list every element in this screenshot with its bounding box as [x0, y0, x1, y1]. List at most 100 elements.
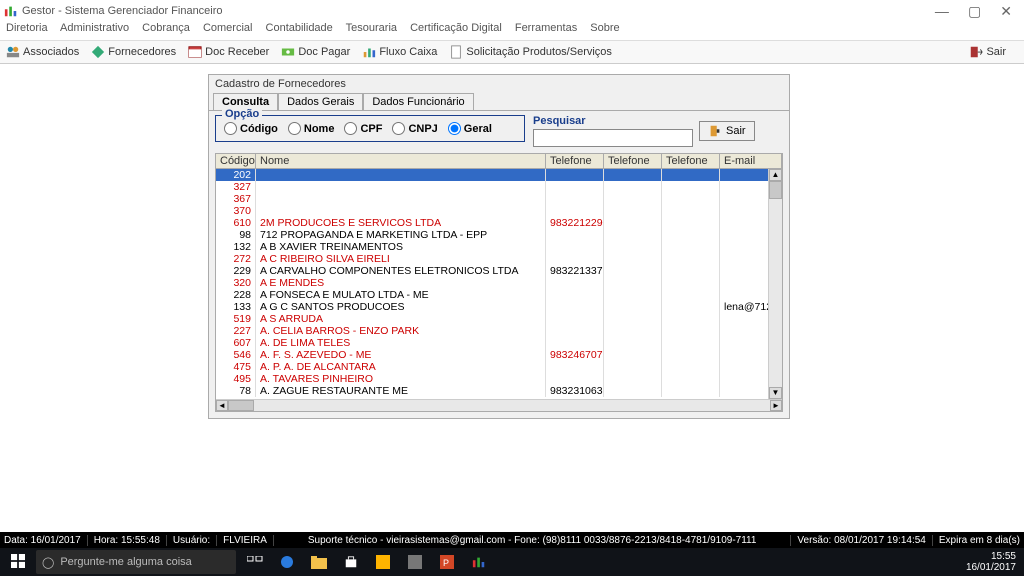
- header-telefone-2[interactable]: Telefone: [604, 154, 662, 168]
- table-row[interactable]: 227A. CELIA BARROS - ENZO PARK: [216, 325, 782, 337]
- table-cell: [662, 217, 720, 229]
- status-data: Data: 16/01/2017: [4, 535, 88, 546]
- table-row[interactable]: 228A FONSECA E MULATO LTDA - ME: [216, 289, 782, 301]
- table-row[interactable]: 519A S ARRUDA: [216, 313, 782, 325]
- app-2-icon[interactable]: [402, 550, 428, 574]
- table-row[interactable]: 202: [216, 169, 782, 181]
- search-input[interactable]: [533, 129, 693, 147]
- table-row[interactable]: 607A. DE LIMA TELES: [216, 337, 782, 349]
- table-cell: [604, 289, 662, 301]
- start-button[interactable]: [0, 554, 36, 571]
- table-cell: [546, 193, 604, 205]
- tab-dados-funcionario[interactable]: Dados Funcionário: [363, 93, 473, 110]
- table-row[interactable]: 78A. ZAGUE RESTAURANTE ME9832310637: [216, 385, 782, 397]
- status-suporte: Suporte técnico - vieirasistemas@gmail.c…: [280, 535, 792, 546]
- table-cell: [662, 349, 720, 361]
- taskview-icon[interactable]: [242, 550, 268, 574]
- explorer-icon[interactable]: [306, 550, 332, 574]
- radio-geral[interactable]: Geral: [448, 122, 492, 135]
- scroll-up-arrow[interactable]: ▲: [769, 169, 782, 181]
- header-nome[interactable]: Nome: [256, 154, 546, 168]
- scroll-thumb-v[interactable]: [769, 181, 782, 199]
- table-cell: [662, 289, 720, 301]
- table-cell: 607: [216, 337, 256, 349]
- toolbar-doc-pagar[interactable]: Doc Pagar: [281, 45, 350, 59]
- table-row[interactable]: 272A C RIBEIRO SILVA EIRELI: [216, 253, 782, 265]
- table-cell: [662, 241, 720, 253]
- scroll-left-arrow[interactable]: ◄: [216, 400, 228, 411]
- header-email[interactable]: E-mail: [720, 154, 782, 168]
- window-close-button[interactable]: ✕: [1000, 3, 1012, 19]
- edge-icon[interactable]: [274, 550, 300, 574]
- toolbar-fluxo-caixa[interactable]: Fluxo Caixa: [362, 45, 437, 59]
- scroll-down-arrow[interactable]: ▼: [769, 387, 782, 399]
- scroll-thumb-h[interactable]: [228, 400, 254, 411]
- radio-nome[interactable]: Nome: [288, 122, 335, 135]
- cortana-search[interactable]: ◯Pergunte-me alguma coisa: [36, 550, 236, 574]
- table-cell: [604, 169, 662, 181]
- gestor-app-icon[interactable]: [466, 550, 492, 574]
- window-maximize-button[interactable]: ▢: [968, 3, 981, 19]
- table-cell: A FONSECA E MULATO LTDA - ME: [256, 289, 546, 301]
- toolbar-doc-receber[interactable]: Doc Receber: [188, 45, 269, 59]
- table-cell: 519: [216, 313, 256, 325]
- table-cell: [662, 385, 720, 397]
- table-cell: [604, 181, 662, 193]
- table-row[interactable]: 327: [216, 181, 782, 193]
- table-row[interactable]: 98712 PROPAGANDA E MARKETING LTDA - EPP: [216, 229, 782, 241]
- panel-sair-button[interactable]: Sair: [699, 121, 755, 141]
- toolbar: Associados Fornecedores Doc Receber Doc …: [0, 40, 1024, 64]
- table-row[interactable]: 229A CARVALHO COMPONENTES ELETRONICOS LT…: [216, 265, 782, 277]
- table-row[interactable]: 367: [216, 193, 782, 205]
- table-cell: 9832467073: [546, 349, 604, 361]
- window-minimize-button[interactable]: —: [935, 3, 949, 19]
- toolbar-sair[interactable]: Sair: [969, 45, 1006, 59]
- toolbar-fornecedores[interactable]: Fornecedores: [91, 45, 176, 59]
- table-row[interactable]: 132A B XAVIER TREINAMENTOS: [216, 241, 782, 253]
- table-row[interactable]: 133A G C SANTOS PRODUCOESlena@712propa: [216, 301, 782, 313]
- table-cell: A E MENDES: [256, 277, 546, 289]
- radio-codigo[interactable]: Código: [224, 122, 278, 135]
- table-row[interactable]: 370: [216, 205, 782, 217]
- radio-cpf[interactable]: CPF: [344, 122, 382, 135]
- table-cell: 546: [216, 349, 256, 361]
- table-row[interactable]: 6102M PRODUCOES E SERVICOS LTDA983221229…: [216, 217, 782, 229]
- table-cell: A. ZAGUE RESTAURANTE ME: [256, 385, 546, 397]
- table-row[interactable]: 495A. TAVARES PINHEIRO: [216, 373, 782, 385]
- table-cell: [604, 301, 662, 313]
- menu-ferramentas[interactable]: Ferramentas: [515, 22, 577, 34]
- table-cell: 475: [216, 361, 256, 373]
- horizontal-scrollbar[interactable]: ◄ ►: [216, 399, 782, 411]
- store-icon[interactable]: [338, 550, 364, 574]
- header-telefone-3[interactable]: Telefone: [662, 154, 720, 168]
- radio-cnpj[interactable]: CNPJ: [392, 122, 437, 135]
- scroll-right-arrow[interactable]: ►: [770, 400, 782, 411]
- table-row[interactable]: 320A E MENDES: [216, 277, 782, 289]
- grid-body[interactable]: 2023273673706102M PRODUCOES E SERVICOS L…: [216, 169, 782, 399]
- taskbar-apps: P: [236, 550, 958, 574]
- menu-cobranca[interactable]: Cobrança: [142, 22, 190, 34]
- vertical-scrollbar[interactable]: ▲ ▼: [768, 169, 782, 399]
- menu-comercial[interactable]: Comercial: [203, 22, 253, 34]
- menu-certificacao-digital[interactable]: Certificação Digital: [410, 22, 502, 34]
- menu-tesouraria[interactable]: Tesouraria: [346, 22, 397, 34]
- menu-administrativo[interactable]: Administrativo: [60, 22, 129, 34]
- menu-diretoria[interactable]: Diretoria: [6, 22, 48, 34]
- tray-clock[interactable]: 15:55 16/01/2017: [958, 551, 1024, 573]
- table-cell: [256, 193, 546, 205]
- exit-icon: [969, 45, 983, 59]
- table-cell: [546, 289, 604, 301]
- powerpoint-icon[interactable]: P: [434, 550, 460, 574]
- menu-sobre[interactable]: Sobre: [590, 22, 619, 34]
- header-codigo[interactable]: Código: [216, 154, 256, 168]
- toolbar-solicitacao[interactable]: Solicitação Produtos/Serviços: [449, 45, 612, 59]
- table-row[interactable]: 475A. P. A. DE ALCANTARA: [216, 361, 782, 373]
- table-row[interactable]: 546A. F. S. AZEVEDO - ME9832467073: [216, 349, 782, 361]
- header-telefone-1[interactable]: Telefone: [546, 154, 604, 168]
- app-1-icon[interactable]: [370, 550, 396, 574]
- tab-dados-gerais[interactable]: Dados Gerais: [278, 93, 363, 110]
- groupbox-opcao: Opção Código Nome CPF CNPJ Geral: [215, 115, 525, 142]
- toolbar-associados[interactable]: Associados: [6, 45, 79, 59]
- menu-contabilidade[interactable]: Contabilidade: [266, 22, 333, 34]
- table-cell: [546, 277, 604, 289]
